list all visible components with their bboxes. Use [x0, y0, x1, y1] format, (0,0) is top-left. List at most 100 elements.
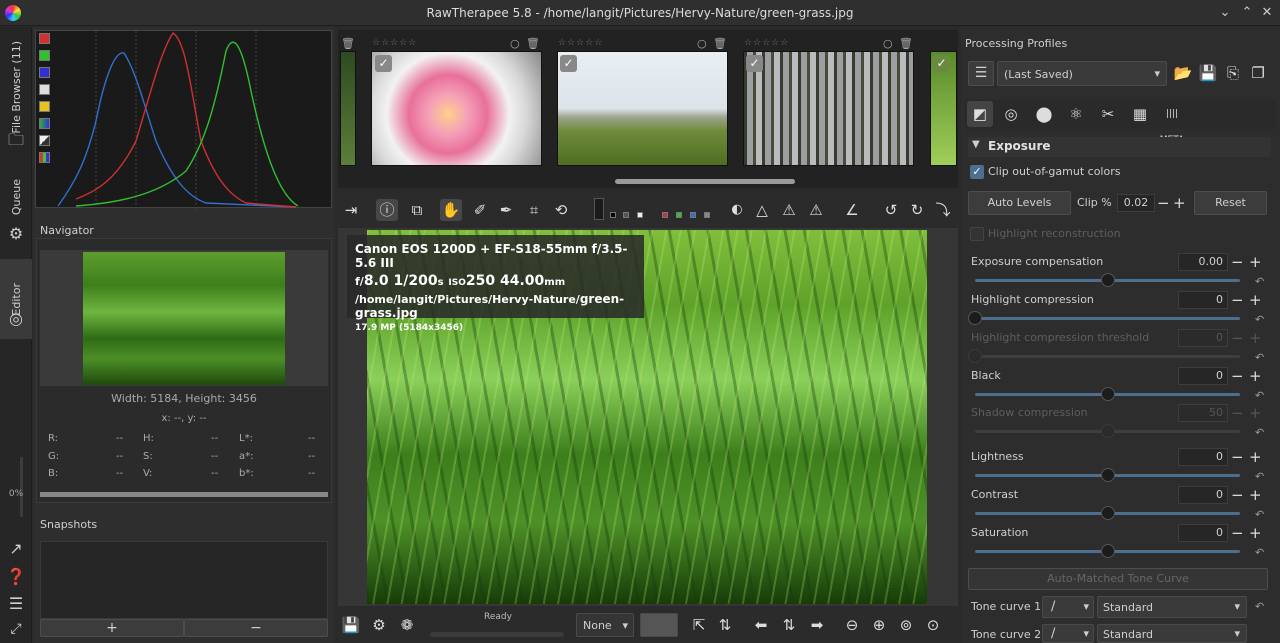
previous-image-icon[interactable]: ⬅	[750, 614, 772, 636]
preview-lum-toggle[interactable]	[704, 212, 710, 218]
hide-panel-icon[interactable]: ⇥	[340, 199, 362, 221]
tab-queue[interactable]: Queue	[0, 167, 32, 227]
queue-add-icon[interactable]: ⚙	[368, 614, 390, 636]
chevron-down-icon[interactable]: ⌄	[1216, 4, 1234, 22]
navigator-preview[interactable]	[83, 252, 285, 385]
rotate-left-icon[interactable]: ↺	[880, 199, 902, 221]
trash-icon[interactable]: 🗑	[713, 37, 727, 50]
tone-curve-2-shape-select[interactable]: ∕ ▾	[1042, 624, 1094, 643]
info-icon[interactable]: ⓘ	[376, 199, 398, 221]
bg-white-swatch[interactable]	[637, 212, 643, 218]
zoom-fit-icon[interactable]: ⊚	[895, 614, 917, 636]
sync-icon[interactable]: ⇱	[688, 614, 710, 636]
bar-toggle[interactable]	[39, 135, 50, 146]
preferences-icon[interactable]: ☰	[0, 592, 32, 614]
plus-icon[interactable]: +	[1249, 449, 1262, 465]
raw-tab-icon[interactable]: ▦	[1127, 101, 1153, 127]
rating-stars[interactable]: ☆☆☆☆☆	[744, 38, 789, 48]
filmstrip-thumb-forest[interactable]	[743, 51, 914, 166]
slider-track[interactable]	[975, 355, 1240, 358]
before-after-icon[interactable]: ⧉	[406, 199, 428, 221]
profile-select[interactable]	[640, 613, 678, 637]
auto-matched-curve-button[interactable]: Auto-Matched Tone Curve	[968, 568, 1268, 590]
color-tab-icon[interactable]: ⬤	[1031, 101, 1057, 127]
minus-icon[interactable]: −	[1231, 292, 1244, 308]
clip-value[interactable]: 0.02	[1117, 194, 1155, 212]
reset-button[interactable]: Reset	[1194, 191, 1267, 215]
minus-icon[interactable]: −	[1231, 449, 1244, 465]
slider-value[interactable]: 0	[1178, 524, 1228, 542]
filmstrip-thumb-partial[interactable]	[340, 51, 356, 166]
profile-select[interactable]: (Last Saved) ▾	[997, 61, 1167, 86]
slider-value[interactable]: 50	[1178, 404, 1228, 422]
shadow-clip-icon[interactable]: △	[751, 199, 773, 221]
slider-value[interactable]: 0	[1178, 486, 1228, 504]
metadata-tab-icon[interactable]: |||| META	[1159, 101, 1185, 145]
remove-snapshot-button[interactable]: −	[184, 619, 328, 637]
plus-icon[interactable]: +	[1249, 330, 1262, 346]
reset-icon[interactable]: ↶	[1255, 313, 1264, 326]
selected-check-icon[interactable]: ✓	[746, 55, 763, 72]
tone-curve-1-mode-select[interactable]: Standard ▾	[1097, 596, 1247, 618]
reset-icon[interactable]: ↶	[1255, 546, 1264, 559]
selected-check-icon[interactable]: ✓	[933, 55, 950, 72]
minus-icon[interactable]: −	[1231, 487, 1244, 503]
slider-track[interactable]	[975, 317, 1240, 320]
preview-green-toggle[interactable]	[676, 212, 682, 218]
slider-value[interactable]: 0	[1178, 291, 1228, 309]
reset-icon[interactable]: ↶	[1255, 351, 1264, 364]
reset-icon[interactable]: ↶	[1255, 275, 1264, 288]
chroma-toggle[interactable]	[39, 101, 50, 112]
advanced-tab-icon[interactable]: ⚛	[1063, 101, 1089, 127]
reset-icon[interactable]: ↶	[1255, 426, 1264, 439]
mode-toggle[interactable]	[39, 152, 50, 163]
slider-value[interactable]: 0	[1178, 448, 1228, 466]
reject-icon[interactable]: ○	[883, 37, 893, 50]
aperture-icon[interactable]: ◎	[0, 307, 32, 329]
preview-blue-toggle[interactable]	[690, 212, 696, 218]
rating-stars[interactable]: ☆☆☆☆☆	[558, 38, 603, 48]
transform-tab-icon[interactable]: ✂	[1095, 101, 1121, 127]
profile-list-icon[interactable]: ☰	[968, 61, 994, 86]
tone-curve-2-mode-select[interactable]: Standard ▾	[1097, 624, 1247, 643]
sync-up-down-icon[interactable]: ⇅	[778, 614, 800, 636]
plus-icon[interactable]: +	[1249, 487, 1262, 503]
reject-icon[interactable]: ○	[697, 37, 707, 50]
save-profile-icon[interactable]: 💾	[1197, 62, 1219, 84]
save-icon[interactable]: 💾	[340, 614, 362, 636]
folder-icon[interactable]: 🗀	[0, 130, 32, 152]
filmstrip-thumb-terraces[interactable]	[557, 51, 728, 166]
slider-knob[interactable]	[1100, 544, 1115, 558]
reject-icon[interactable]: ○	[510, 37, 520, 50]
slider-knob[interactable]	[1100, 424, 1115, 438]
close-icon[interactable]: ✕	[1258, 4, 1276, 22]
gear-icon[interactable]: ⚙	[0, 223, 32, 243]
slider-value[interactable]: 0.00	[1178, 253, 1228, 271]
minus-icon[interactable]: −	[1231, 330, 1244, 346]
preview-bg-toggle[interactable]	[594, 198, 604, 220]
maximize-icon[interactable]: ⌃	[1238, 4, 1256, 22]
shadow-warning-icon[interactable]: ⚠	[805, 199, 827, 221]
tone-curve-1-shape-select[interactable]: ∕ ▾	[1042, 596, 1094, 618]
compare-icon[interactable]: ⇅	[714, 614, 736, 636]
clip-gamut-checkbox[interactable]: ✓	[970, 165, 984, 179]
details-tab-icon[interactable]: ◎	[998, 101, 1024, 127]
reset-icon[interactable]: ↶	[1255, 600, 1264, 613]
crop-icon[interactable]: ⌗	[523, 199, 545, 221]
slider-knob[interactable]	[968, 311, 982, 325]
blue-channel-toggle[interactable]	[39, 67, 50, 78]
preview-red-toggle[interactable]	[662, 212, 668, 218]
reset-icon[interactable]: ↶	[1255, 470, 1264, 483]
plus-icon[interactable]: +	[1249, 368, 1262, 384]
minus-icon[interactable]: −	[1231, 368, 1244, 384]
slider-knob[interactable]	[1100, 468, 1115, 482]
fullscreen-icon[interactable]: ⤢	[0, 618, 32, 640]
zoom-in-icon[interactable]: ⊕	[868, 614, 890, 636]
rating-stars[interactable]: ☆☆☆☆☆	[372, 38, 417, 48]
snapshots-list[interactable]	[40, 541, 328, 619]
zoom-select[interactable]: None ▾	[576, 613, 634, 637]
exposure-tab-icon[interactable]: ◩	[967, 101, 993, 127]
minus-icon[interactable]: −	[1231, 405, 1244, 421]
plus-icon[interactable]: +	[1249, 254, 1262, 270]
zoom-100-icon[interactable]: ⊙	[922, 614, 944, 636]
